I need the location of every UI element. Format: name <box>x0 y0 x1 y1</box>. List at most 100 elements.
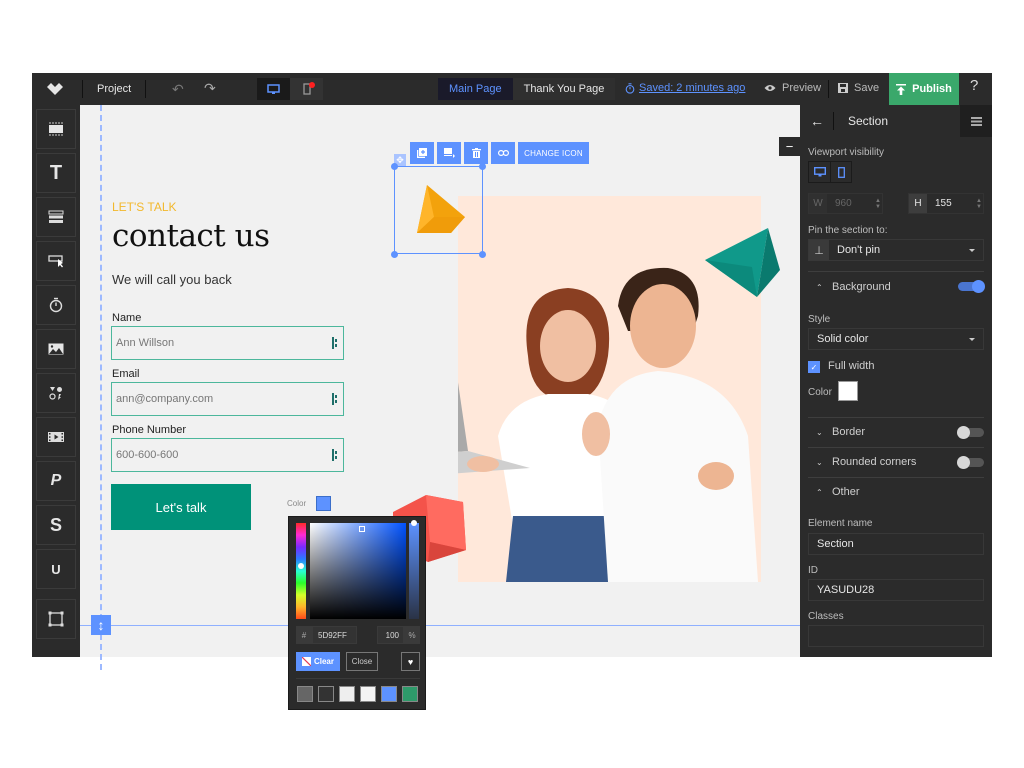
name-label: Name <box>112 312 142 324</box>
logo-icon[interactable] <box>46 81 64 97</box>
lets-talk-button[interactable]: Let's talk <box>111 484 251 530</box>
delete-button[interactable] <box>464 142 488 164</box>
shape-icon <box>48 611 64 627</box>
style-select[interactable]: Solid color <box>808 328 984 350</box>
back-arrow-icon[interactable]: ← <box>810 113 824 129</box>
divider <box>808 271 984 272</box>
minus-icon: − <box>785 139 794 154</box>
tool-icons[interactable] <box>36 373 76 413</box>
duplicate-button[interactable] <box>410 142 434 164</box>
element-toolbar: CHANGE ICON <box>410 142 589 164</box>
hex-row: # 5D92FF 100 % <box>296 626 420 644</box>
link-button[interactable] <box>491 142 515 164</box>
subheading[interactable]: We will call you back <box>112 272 232 287</box>
page-heading[interactable]: contact us <box>112 218 270 254</box>
tool-paypal[interactable]: P <box>36 461 76 501</box>
divider <box>833 112 834 130</box>
hex-prefix: # <box>296 626 312 644</box>
save-button[interactable]: Save <box>838 82 879 94</box>
collapse-panel-button[interactable]: − <box>779 137 800 156</box>
clear-color-button[interactable]: Clear <box>296 652 340 671</box>
tool-shape[interactable] <box>36 599 76 639</box>
tool-magnet[interactable]: U <box>36 549 76 589</box>
mobile-view-button[interactable] <box>290 78 323 100</box>
hex-input[interactable]: 5D92FF <box>312 626 357 644</box>
id-input[interactable]: YASUDU28 <box>808 579 984 601</box>
tool-form[interactable] <box>36 197 76 237</box>
layer-button[interactable] <box>437 142 461 164</box>
yellow-pyramid-icon <box>417 185 465 233</box>
full-width-checkbox[interactable]: ✓ <box>808 361 820 373</box>
tool-image[interactable] <box>36 329 76 369</box>
other-accordion[interactable]: ⌃ Other <box>816 486 860 498</box>
bg-color-swatch[interactable] <box>838 381 858 401</box>
resize-handle-se[interactable] <box>479 251 486 258</box>
layers-button[interactable] <box>960 105 992 137</box>
preset-swatch[interactable] <box>402 686 418 702</box>
alpha-slider-knob[interactable] <box>411 520 417 526</box>
tool-video[interactable] <box>36 417 76 457</box>
preview-button[interactable]: Preview <box>764 82 821 94</box>
tool-timer[interactable] <box>36 285 76 325</box>
preset-swatch[interactable] <box>297 686 313 702</box>
teal-pyramid-shape[interactable] <box>700 225 785 300</box>
style-label: Style <box>808 314 831 325</box>
tool-stripe[interactable]: S <box>36 505 76 545</box>
saturation-cursor[interactable] <box>359 526 365 532</box>
tab-thank-you-page[interactable]: Thank You Page <box>512 78 616 100</box>
viewport-desktop-button[interactable] <box>809 162 830 182</box>
desktop-view-button[interactable] <box>257 78 290 100</box>
publish-button[interactable]: Publish <box>889 73 959 105</box>
border-toggle[interactable] <box>957 426 984 439</box>
favorite-color-button[interactable]: ♥ <box>401 652 420 671</box>
stopwatch-icon <box>625 82 635 94</box>
color-swatch-button[interactable] <box>316 496 331 511</box>
tool-section[interactable] <box>36 109 76 149</box>
project-menu[interactable]: Project <box>97 83 131 95</box>
close-picker-button[interactable]: Close <box>346 652 378 671</box>
background-accordion[interactable]: ⌃ Background <box>816 281 891 293</box>
background-toggle[interactable] <box>958 280 985 293</box>
hue-slider-knob[interactable] <box>298 563 304 569</box>
alpha-input[interactable]: 100 <box>377 626 404 644</box>
pin-select[interactable]: ⊥ Don't pin <box>808 239 984 261</box>
change-icon-button[interactable]: CHANGE ICON <box>518 142 589 164</box>
email-field[interactable]: ann@company.com <box>111 382 344 416</box>
eyebrow-text[interactable]: LET'S TALK <box>112 200 177 214</box>
element-name-input[interactable]: Section <box>808 533 984 555</box>
resize-handle-sw[interactable] <box>391 251 398 258</box>
help-button[interactable]: ? <box>970 77 978 94</box>
height-value: 155 <box>935 198 952 209</box>
height-stepper[interactable]: ▲ ▼ <box>975 198 983 210</box>
viewport-mobile-button[interactable] <box>830 162 851 182</box>
preset-swatch[interactable] <box>360 686 376 702</box>
name-field[interactable]: Ann Willson <box>111 326 344 360</box>
rounded-corners-toggle[interactable] <box>957 456 984 469</box>
alpha-slider[interactable] <box>409 523 419 619</box>
width-input[interactable]: W 960 ▲ ▼ <box>808 193 883 214</box>
width-stepper[interactable]: ▲ ▼ <box>874 198 882 210</box>
height-input[interactable]: H 155 ▲ ▼ <box>908 193 984 214</box>
phone-field[interactable]: 600-600-600 <box>111 438 344 472</box>
hue-slider[interactable] <box>296 523 306 619</box>
classes-input[interactable] <box>808 625 984 647</box>
tool-button[interactable] <box>36 241 76 281</box>
field-grip-icon <box>332 393 337 405</box>
saturation-area[interactable] <box>310 523 406 619</box>
resize-handle-nw[interactable] <box>391 163 398 170</box>
tab-main-page[interactable]: Main Page <box>438 78 513 100</box>
preset-swatch[interactable] <box>381 686 397 702</box>
phone-placeholder: 600-600-600 <box>116 449 179 461</box>
section-resize-handle[interactable]: ↕ <box>91 615 111 635</box>
border-accordion[interactable]: ⌄ Border <box>816 426 865 438</box>
redo-icon[interactable]: ↷ <box>204 80 216 97</box>
selected-icon-element[interactable] <box>394 166 483 254</box>
saved-status-link[interactable]: Saved: 2 minutes ago <box>625 82 745 94</box>
width-value: 960 <box>835 198 852 209</box>
preset-swatch[interactable] <box>339 686 355 702</box>
undo-icon[interactable]: ↶ <box>172 81 184 98</box>
preset-swatch[interactable] <box>318 686 334 702</box>
rounded-corners-accordion[interactable]: ⌄ Rounded corners <box>816 456 916 468</box>
tool-text[interactable]: T <box>36 153 76 193</box>
resize-handle-ne[interactable] <box>479 163 486 170</box>
